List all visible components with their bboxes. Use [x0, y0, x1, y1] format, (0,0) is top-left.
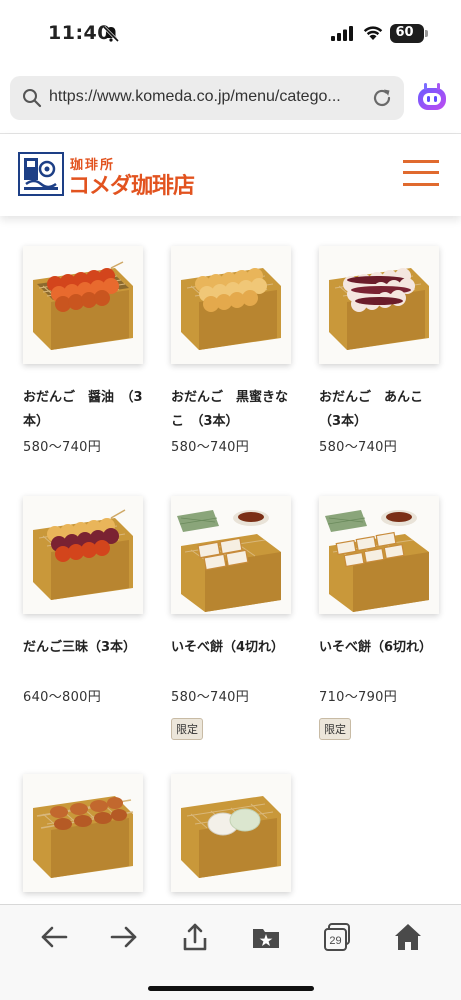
url-text[interactable]: https://www.komeda.co.jp/menu/catego...: [49, 88, 369, 106]
logo-wordmark: コメダ珈琲店: [68, 173, 195, 199]
product-price: 640〜800円: [23, 690, 102, 705]
product-name[interactable]: おだんご 醤油 （3本）: [23, 386, 147, 434]
product-image-dango-mix[interactable]: [23, 496, 143, 614]
address-bar[interactable]: https://www.komeda.co.jp/menu/catego...: [10, 76, 404, 120]
komeda-logo[interactable]: 珈琲所 コメダ珈琲店: [18, 152, 214, 199]
product-price: 710〜790円: [319, 690, 398, 705]
product-name[interactable]: いそべ餅（6切れ）: [319, 636, 443, 660]
product-name[interactable]: おだんご あんこ （3本）: [319, 386, 443, 434]
tabs-count: 29: [329, 935, 341, 947]
product-image-skewer-mochi[interactable]: [23, 774, 143, 892]
product-price: 580〜740円: [23, 440, 102, 455]
signal-icon: [331, 26, 353, 45]
bell-muted-icon: [102, 25, 120, 47]
product-price: 580〜740円: [319, 440, 398, 455]
battery-indicator: 60: [390, 24, 428, 43]
battery-level: 60: [395, 25, 414, 40]
home-icon[interactable]: [392, 921, 424, 953]
share-icon[interactable]: [179, 921, 211, 953]
logo-emblem-icon: [18, 152, 64, 196]
product-price: 580〜740円: [171, 690, 250, 705]
product-image-daifuku[interactable]: [171, 774, 291, 892]
product-image-dango-soy[interactable]: [23, 246, 143, 364]
home-indicator: [148, 986, 314, 991]
wifi-icon: [362, 24, 384, 45]
forward-arrow-icon[interactable]: [108, 921, 140, 953]
battery-cap: [425, 30, 428, 37]
product-grid: おだんご 醤油 （3本） 580〜740円 おだんご 黒蜜きなこ （3本） 58…: [0, 216, 461, 904]
product-name[interactable]: いそべ餅（4切れ）: [171, 636, 295, 660]
product-name[interactable]: だんご三昧（3本）: [23, 636, 147, 660]
tabs-icon[interactable]: 29: [321, 921, 353, 953]
assistant-extension-icon[interactable]: [414, 80, 450, 116]
limited-badge: 限定: [171, 718, 203, 740]
site-header: 珈琲所 コメダ珈琲店: [0, 134, 461, 216]
search-icon: [22, 88, 42, 112]
menu-hamburger-icon[interactable]: [403, 158, 439, 188]
product-price: 580〜740円: [171, 440, 250, 455]
limited-badge: 限定: [319, 718, 351, 740]
product-name[interactable]: おだんご 黒蜜きなこ （3本）: [171, 386, 295, 434]
product-image-dango-kinako[interactable]: [171, 246, 291, 364]
back-arrow-icon[interactable]: [38, 921, 70, 953]
product-image-isobe-6[interactable]: [319, 496, 439, 614]
product-image-dango-anko[interactable]: [319, 246, 439, 364]
reload-icon[interactable]: [370, 86, 394, 114]
status-bar: 11:40 60: [0, 0, 461, 66]
product-image-isobe-4[interactable]: [171, 496, 291, 614]
bookmarks-icon[interactable]: [250, 921, 282, 953]
